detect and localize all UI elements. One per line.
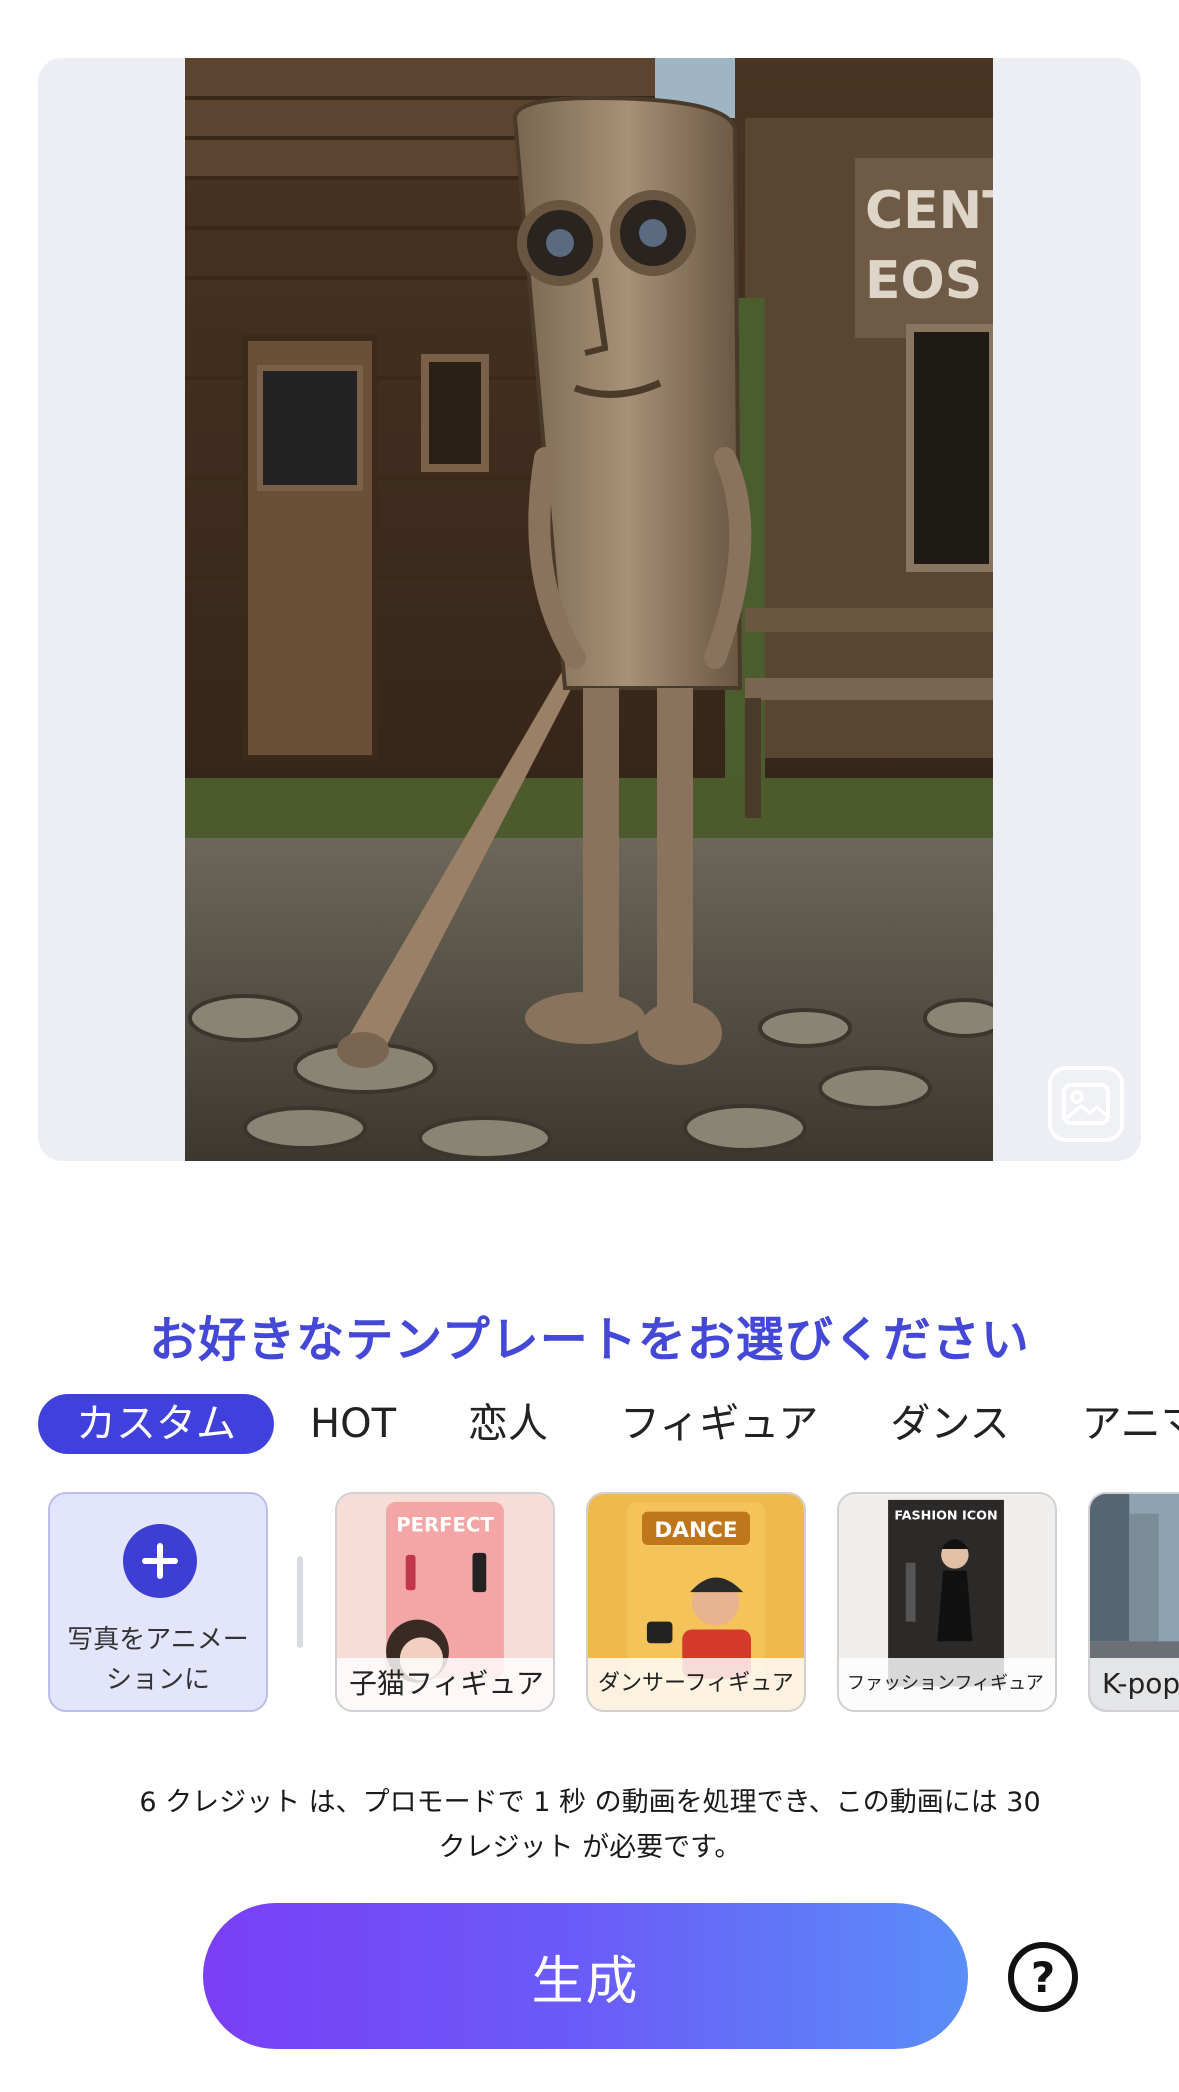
tab-figure[interactable]: フィギュア [584,1394,854,1454]
tab-dance[interactable]: ダンス [854,1394,1045,1454]
template-caption: 子猫フィギュア [337,1658,553,1710]
tab-hot[interactable]: HOT [274,1394,432,1454]
help-icon[interactable]: ? [1008,1942,1078,2012]
credit-note-line1: 6 クレジット は、プロモードで 1 秒 の動画を処理でき、この動画には 30 [139,1787,1041,1818]
category-tabs: カスタム HOT 恋人 フィギュア ダンス アニマ [38,1394,1179,1454]
template-card-text: PERFECT [396,1513,494,1536]
template-card-fashion-figure[interactable]: FASHION ICON ファッションフィギュア [837,1492,1057,1712]
credit-note-line2: クレジット が必要です。 [438,1832,742,1863]
sign-line-2: EOS B [865,251,993,311]
template-card-dancer-figure[interactable]: DANCE ダンサーフィギュア [586,1492,806,1712]
preview-photo-image: CENTO EOS B [185,58,993,1161]
template-list: 写真をアニメー ションに PERFECT 子猫フィギュア DANCE ダンサーフ… [48,1492,1179,1714]
sign-line-1: CENTO [865,181,993,241]
template-separator [297,1556,303,1648]
plus-icon [123,1524,197,1598]
template-caption: K-pop [1090,1658,1179,1710]
tab-anime[interactable]: アニマ [1046,1394,1179,1454]
credit-note: 6 クレジット は、プロモードで 1 秒 の動画を処理でき、この動画には 30 … [60,1780,1120,1870]
preview-photo: CENTO EOS B [185,58,993,1161]
animate-photo-label-line1: 写真をアニメー [67,1625,249,1655]
template-caption: ダンサーフィギュア [588,1658,804,1710]
template-card-text: FASHION ICON [894,1509,997,1524]
image-icon [1062,1083,1110,1125]
animate-photo-label-line2: ションに [105,1665,210,1695]
animate-photo-button[interactable]: 写真をアニメー ションに [48,1492,268,1712]
template-card-kpop[interactable]: K-pop [1088,1492,1179,1712]
tab-lovers[interactable]: 恋人 [432,1394,584,1454]
template-caption: ファッションフィギュア [839,1658,1055,1710]
preview-card: CENTO EOS B [38,58,1141,1161]
tab-custom[interactable]: カスタム [38,1394,274,1454]
template-heading: お好きなテンプレートをお選びください [149,1312,1030,1368]
generate-button[interactable]: 生成 [203,1903,968,2049]
animate-photo-label: 写真をアニメー ションに [60,1620,256,1700]
change-photo-button[interactable] [1048,1066,1124,1142]
template-card-text: DANCE [654,1518,737,1543]
template-card-kitten-figure[interactable]: PERFECT 子猫フィギュア [335,1492,555,1712]
